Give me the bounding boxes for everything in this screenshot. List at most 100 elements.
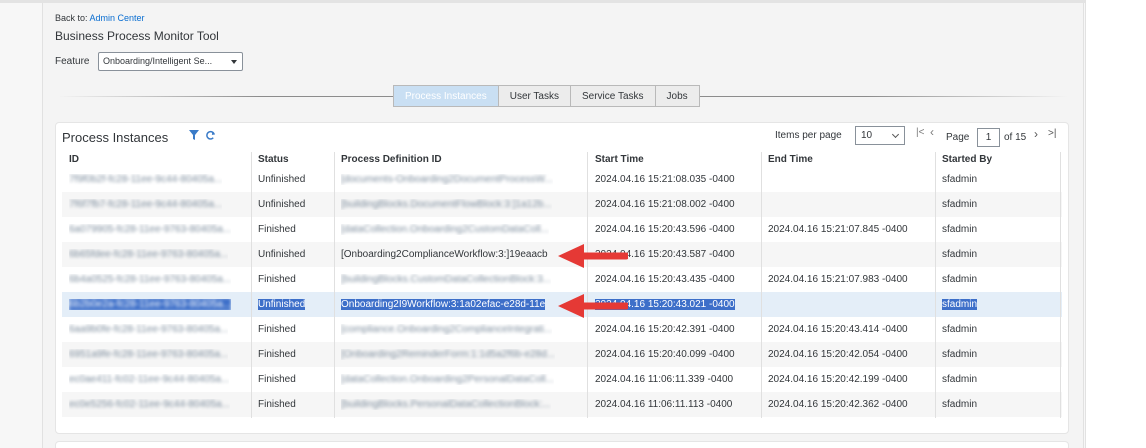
column-divider: [251, 152, 252, 418]
cell-start-time-text: 2024.04.16 15:21:08.035 -0400: [595, 174, 735, 185]
cell-id-text: 6b4a0525-fc28-11ee-9763-80405a...: [69, 274, 232, 285]
right-panel: [1085, 0, 1146, 448]
column-header-status[interactable]: Status: [258, 154, 289, 165]
cell-status-text: Finished: [258, 274, 296, 285]
cell-id-text: ec0e5256-fc02-11ee-9c44-80405a...: [69, 399, 231, 410]
column-header-started-by[interactable]: Started By: [942, 154, 992, 165]
cell-process-definition-id: [dataCollection.Onboarding2CustomDataCol…: [341, 224, 549, 235]
cell-process-definition-id-text: [buildingBlocks.PersonalDataCollectionBl…: [341, 399, 551, 410]
back-prefix: Back to:: [55, 13, 88, 23]
cell-status-text: Unfinished: [258, 299, 306, 310]
table-row[interactable]: 6b4a0525-fc28-11ee-9763-80405a... Finishe…: [62, 267, 1062, 292]
cell-started-by: sfadmin: [942, 249, 977, 260]
cell-status: Unfinished: [258, 249, 305, 260]
cell-end-time: 2024.04.16 15:20:42.054 -0400: [768, 349, 908, 360]
cell-id: 6b65fdee-fc28-11ee-9763-80405a...: [69, 249, 228, 260]
filter-icon[interactable]: [189, 130, 199, 140]
cell-id-text: 6b65fdee-fc28-11ee-9763-80405a...: [69, 249, 229, 260]
cell-started-by-text: sfadmin: [942, 299, 978, 310]
cell-end-time: 2024.04.16 15:20:42.362 -0400: [768, 399, 908, 410]
column-header-id[interactable]: ID: [69, 154, 79, 165]
cell-started-by-text: sfadmin: [942, 274, 978, 285]
page-number-input[interactable]: 1: [977, 128, 1000, 147]
prev-page-icon[interactable]: ‹: [930, 125, 934, 139]
cell-started-by: sfadmin: [942, 199, 977, 210]
column-header-process-definition-id[interactable]: Process Definition ID: [341, 154, 442, 165]
cell-status-text: Unfinished: [258, 199, 306, 210]
table-row[interactable]: 6951a9fe-fc28-11ee-9763-80405a... Finishe…: [62, 342, 1062, 367]
admin-center-link[interactable]: Admin Center: [90, 13, 145, 23]
items-per-page-select[interactable]: 10: [855, 126, 905, 145]
red-arrow-annotation: [558, 244, 628, 268]
cell-end-time-text: 2024.04.16 15:21:07.845 -0400: [768, 224, 908, 235]
cell-status: Finished: [258, 399, 296, 410]
cell-status: Unfinished: [258, 299, 306, 310]
last-page-icon[interactable]: >|: [1048, 128, 1056, 139]
bottom-card: [55, 441, 1069, 448]
cell-status-text: Finished: [258, 399, 296, 410]
refresh-icon[interactable]: [205, 130, 216, 141]
table-row[interactable]: 6a079905-fc28-11ee-9763-80405a... Finishe…: [62, 217, 1062, 242]
cell-process-definition-id: [compliance.Onboarding2ComplianceIntegra…: [341, 324, 552, 335]
page-count: of 15: [1004, 132, 1027, 143]
cell-start-time: 2024.04.16 15:20:43.435 -0400: [595, 274, 735, 285]
tab-process-instances[interactable]: Process Instances: [394, 86, 499, 106]
cell-id: 6a079905-fc28-11ee-9763-80405a...: [69, 224, 231, 235]
cell-status: Unfinished: [258, 199, 305, 210]
table-row[interactable]: ec0e5256-fc02-11ee-9c44-80405a... Finishe…: [62, 392, 1062, 417]
cell-id: 6951a9fe-fc28-11ee-9763-80405a...: [69, 349, 228, 360]
cell-process-definition-id-text: Onboarding2I9Workflow:3:1a02efac-e28d-11…: [341, 299, 546, 310]
cell-started-by-text: sfadmin: [942, 224, 978, 235]
cell-started-by: sfadmin: [942, 224, 977, 235]
cell-started-by: sfadmin: [942, 274, 977, 285]
cell-process-definition-id: Onboarding2I9Workflow:3:1a02efac-e28d-11…: [341, 299, 546, 310]
cell-started-by-text: sfadmin: [942, 199, 978, 210]
cell-start-time: 2024.04.16 11:06:11.113 -0400: [595, 399, 732, 410]
page-title: Business Process Monitor Tool: [55, 29, 219, 43]
cell-process-definition-id: [Onboarding2ComplianceWorkflow:3:]19eaac…: [341, 249, 548, 260]
table-row[interactable]: 7f9f0b2f-fc28-11ee-9c44-80405a... Unfinis…: [62, 167, 1062, 192]
column-divider: [334, 152, 335, 418]
cell-start-time-text: 2024.04.16 15:20:42.391 -0400: [595, 324, 735, 335]
column-divider: [935, 152, 936, 418]
cell-id: ec0ae411-fc02-11ee-9c44-80405a...: [69, 374, 229, 385]
column-header-end-time[interactable]: End Time: [768, 154, 813, 165]
cell-started-by-text: sfadmin: [942, 324, 978, 335]
cell-start-time: 2024.04.16 15:20:43.596 -0400: [595, 224, 735, 235]
cell-process-definition-id-text: [documents-Onboarding2DocumentProcessW..…: [341, 174, 553, 185]
cell-process-definition-id-text: [buildingBlocks.DocumentFlowBlock:3:]1a1…: [341, 199, 552, 210]
cell-end-time-text: 2024.04.16 15:21:07.983 -0400: [768, 274, 908, 285]
cell-id-text: 6951a9fe-fc28-11ee-9763-80405a...: [69, 349, 229, 360]
cell-end-time: 2024.04.16 15:20:43.414 -0400: [768, 324, 908, 335]
tab-jobs[interactable]: Jobs: [656, 86, 699, 106]
tab-service-tasks[interactable]: Service Tasks: [571, 86, 656, 106]
cell-id: 7f6f7fb7-fc28-11ee-9c44-80405a...: [69, 199, 222, 210]
cell-process-definition-id-text: [Onboarding2ReminderForm:1:1d5a2f6b-e28d…: [341, 349, 556, 360]
next-page-icon[interactable]: ›: [1034, 127, 1038, 141]
cell-started-by-text: sfadmin: [942, 174, 978, 185]
cell-process-definition-id: [buildingBlocks.DocumentFlowBlock:3:]1a1…: [341, 199, 552, 210]
cell-process-definition-id-text: [buildingBlocks.CustomDataCollectionBloc…: [341, 274, 552, 285]
cell-start-time-text: 2024.04.16 15:20:43.435 -0400: [595, 274, 735, 285]
cell-started-by-text: sfadmin: [942, 374, 978, 385]
cell-id: 7f9f0b2f-fc28-11ee-9c44-80405a...: [69, 174, 222, 185]
cell-process-definition-id-text: [dataCollection.Onboarding2PersonalDataC…: [341, 374, 554, 385]
column-header-start-time[interactable]: Start Time: [595, 154, 644, 165]
table-row[interactable]: ec0ae411-fc02-11ee-9c44-80405a... Finishe…: [62, 367, 1062, 392]
feature-select[interactable]: Onboarding/Intelligent Se...: [98, 52, 243, 71]
table-row[interactable]: 7f6f7fb7-fc28-11ee-9c44-80405a... Unfinis…: [62, 192, 1062, 217]
chevron-down-icon: [891, 130, 900, 139]
cell-process-definition-id: [buildingBlocks.PersonalDataCollectionBl…: [341, 399, 551, 410]
cell-start-time-text: 2024.04.16 15:20:43.596 -0400: [595, 224, 735, 235]
panel-title: Process Instances: [62, 130, 169, 145]
cell-started-by-text: sfadmin: [942, 349, 978, 360]
cell-process-definition-id: [Onboarding2ReminderForm:1:1d5a2f6b-e28d…: [341, 349, 555, 360]
first-page-icon[interactable]: |<: [916, 127, 924, 138]
cell-process-definition-id: [documents-Onboarding2DocumentProcessW..…: [341, 174, 553, 185]
column-divider: [1060, 152, 1061, 418]
cell-end-time: 2024.04.16 15:21:07.983 -0400: [768, 274, 908, 285]
cell-start-time: 2024.04.16 15:20:42.391 -0400: [595, 324, 735, 335]
cell-id-text: 6aa9b0fe-fc28-11ee-9763-80405a...: [69, 324, 229, 335]
cell-status-text: Unfinished: [258, 174, 306, 185]
tab-user-tasks[interactable]: User Tasks: [499, 86, 571, 106]
